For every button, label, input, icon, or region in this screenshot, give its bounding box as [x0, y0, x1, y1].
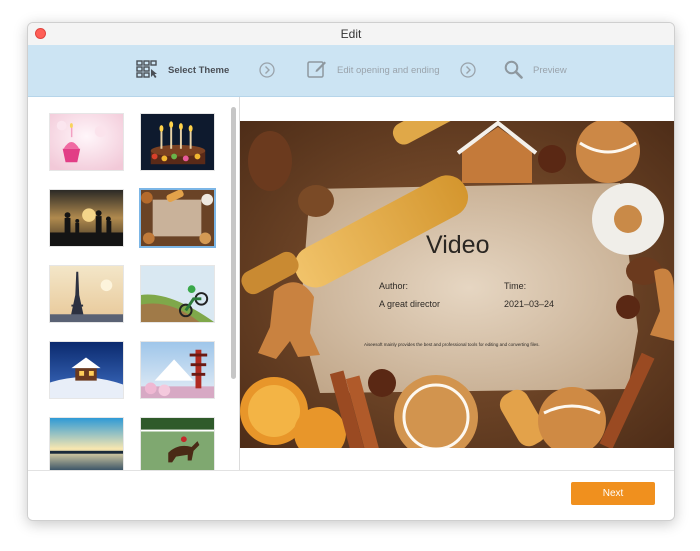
step-edit-opening-ending[interactable]: Edit opening and ending — [307, 45, 439, 96]
theme-preview: Video Author: A great director Time: 202… — [240, 121, 674, 448]
theme-thumb-japanese-pagoda[interactable] — [140, 341, 215, 399]
time-value: 2021–03–24 — [504, 299, 555, 309]
preview-description: Aiseesoft mainly provides the best and p… — [364, 342, 540, 347]
step-label: Edit opening and ending — [337, 65, 440, 76]
theme-thumb-gingerbread-cookies[interactable] — [139, 188, 216, 248]
theme-list[interactable] — [28, 97, 240, 470]
sidebar-scrollbar[interactable] — [231, 107, 236, 379]
theme-thumb-beach-sunset[interactable] — [49, 417, 124, 470]
theme-thumb-horse-racing[interactable] — [140, 417, 215, 470]
preview-background — [240, 121, 674, 448]
edit-window: Edit Select Theme Edit opening and endin… — [27, 22, 675, 521]
edit-icon — [307, 60, 327, 82]
step-select-theme[interactable]: Select Theme — [136, 45, 229, 96]
theme-thumb-birthday-cake-candles[interactable] — [140, 113, 215, 171]
search-icon — [504, 60, 523, 82]
theme-thumb-snowy-cabin[interactable] — [49, 341, 124, 399]
chevron-right-icon — [259, 62, 275, 78]
theme-thumb-cupcake[interactable] — [49, 113, 124, 171]
author-label: Author: — [379, 281, 409, 291]
author-value: A great director — [379, 299, 441, 309]
grid-cursor-icon — [136, 60, 158, 81]
window-title: Edit — [340, 27, 362, 41]
step-label: Select Theme — [168, 65, 230, 76]
chevron-right-icon — [460, 62, 476, 78]
step-bar: Select Theme Edit opening and ending Pre… — [28, 45, 674, 97]
theme-thumb-family-sunset[interactable] — [49, 189, 124, 247]
footer-bar: Next — [28, 470, 674, 520]
time-label: Time: — [504, 281, 527, 291]
title-bar: Edit — [28, 23, 674, 46]
step-preview[interactable]: Preview — [504, 45, 567, 96]
theme-thumb-motocross[interactable] — [140, 265, 215, 323]
preview-title: Video — [426, 231, 490, 259]
theme-thumb-eiffel-tower[interactable] — [49, 265, 124, 323]
next-button[interactable]: Next — [571, 482, 655, 505]
step-label: Preview — [533, 65, 567, 76]
